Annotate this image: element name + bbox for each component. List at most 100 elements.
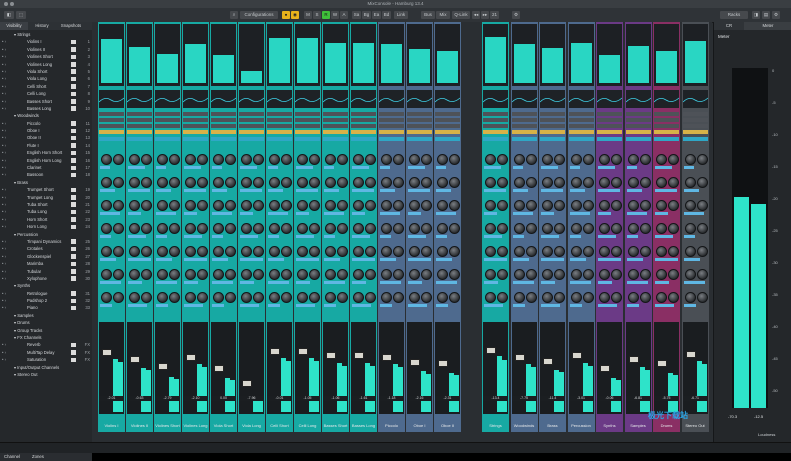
track-checkbox[interactable]: [71, 298, 76, 304]
rotary-knob[interactable]: [101, 177, 112, 188]
rotary-knob[interactable]: [684, 154, 696, 165]
track-row[interactable]: ▾ Group Tracks: [0, 327, 92, 334]
rotary-knob[interactable]: [113, 177, 124, 188]
rotary-knob[interactable]: [269, 223, 280, 234]
rotary-knob[interactable]: [656, 246, 667, 257]
track-row[interactable]: • › Bassoon 18: [0, 171, 92, 178]
rotary-knob[interactable]: [656, 292, 667, 303]
rotary-knob[interactable]: [542, 269, 553, 280]
rotary-knob[interactable]: [129, 177, 140, 188]
volume-value[interactable]: -6.81: [625, 396, 651, 401]
track-checkbox[interactable]: [71, 342, 76, 348]
track-row[interactable]: ▾ Synths: [0, 282, 92, 289]
routing-slot[interactable]: [435, 112, 460, 116]
send-level-bar[interactable]: [100, 258, 116, 261]
send-level-bar[interactable]: [655, 189, 677, 192]
insert-slot-active[interactable]: [183, 137, 208, 141]
rotary-knob[interactable]: [325, 223, 336, 234]
rotary-knob[interactable]: [309, 223, 320, 234]
eq-curve-display[interactable]: [98, 90, 125, 108]
send-level-bar[interactable]: [100, 166, 110, 169]
rotary-knob[interactable]: [611, 269, 622, 280]
rotary-knob[interactable]: [485, 246, 496, 257]
rotary-knob[interactable]: [437, 177, 448, 188]
rotary-knob[interactable]: [393, 246, 404, 257]
rotary-knob[interactable]: [449, 223, 460, 234]
routing-slot[interactable]: [597, 124, 622, 128]
solo-button[interactable]: S: [313, 11, 321, 19]
channel-name[interactable]: Violines Long: [183, 422, 208, 430]
rotary-knob[interactable]: [513, 177, 525, 188]
track-row[interactable]: • › Trumpet Short 19: [0, 186, 92, 193]
rotary-knob[interactable]: [325, 154, 336, 165]
rotary-knob[interactable]: [253, 246, 264, 257]
rotary-knob[interactable]: [185, 223, 196, 234]
send-level-bar[interactable]: [240, 235, 258, 238]
rotary-knob[interactable]: [353, 269, 364, 280]
volume-value[interactable]: -2.79: [155, 396, 180, 401]
ea-button[interactable]: Ea: [372, 11, 381, 19]
volume-value[interactable]: -7.75: [511, 396, 537, 401]
routing-slot[interactable]: [155, 112, 180, 116]
routing-slot[interactable]: [267, 118, 292, 122]
rotary-knob[interactable]: [241, 246, 252, 257]
rotary-knob[interactable]: [449, 200, 460, 211]
eq-curve-display[interactable]: [294, 90, 321, 108]
track-checkbox[interactable]: [71, 357, 76, 363]
rotary-knob[interactable]: [129, 292, 140, 303]
channel-name[interactable]: Violins I: [99, 422, 124, 430]
track-checkbox[interactable]: [71, 84, 76, 89]
visibility-toggle-icon[interactable]: • ›: [2, 142, 6, 149]
eq-curve-display[interactable]: [378, 90, 405, 108]
visibility-toggle-icon[interactable]: • ›: [2, 164, 6, 171]
read-button[interactable]: R: [322, 11, 330, 19]
track-row[interactable]: ▾ Drums: [0, 319, 92, 326]
rotary-knob[interactable]: [381, 154, 392, 165]
send-level-bar[interactable]: [512, 189, 528, 192]
rotary-knob[interactable]: [365, 269, 376, 280]
send-level-bar[interactable]: [296, 258, 319, 261]
insert-slot-active[interactable]: [483, 137, 508, 141]
rotary-knob[interactable]: [485, 154, 496, 165]
track-row[interactable]: ▾ FX Channels: [0, 334, 92, 341]
channel-name[interactable]: Viola Long: [239, 422, 264, 430]
track-row[interactable]: • › MultiTap Delay FX: [0, 349, 92, 356]
send-level-bar[interactable]: [156, 258, 172, 261]
rotary-knob[interactable]: [197, 269, 208, 280]
channel-strip[interactable]: -1.05 Celli Long: [294, 22, 321, 432]
send-level-bar[interactable]: [296, 304, 315, 307]
rotary-knob[interactable]: [393, 223, 404, 234]
track-row[interactable]: • › Horn Long 24: [0, 223, 92, 230]
rotary-knob[interactable]: [513, 292, 525, 303]
rotary-knob[interactable]: [525, 246, 537, 257]
rotary-knob[interactable]: [437, 154, 448, 165]
rotary-knob[interactable]: [668, 200, 679, 211]
rotary-knob[interactable]: [497, 246, 508, 257]
track-checkbox[interactable]: [71, 224, 76, 230]
send-level-bar[interactable]: [408, 304, 427, 307]
track-checkbox[interactable]: [71, 195, 76, 200]
rotary-knob[interactable]: [684, 269, 696, 280]
channel-name[interactable]: Piccolo: [379, 422, 404, 430]
rotary-knob[interactable]: [269, 269, 280, 280]
rotary-knob[interactable]: [393, 200, 404, 211]
rotary-knob[interactable]: [525, 292, 537, 303]
track-checkbox[interactable]: [71, 291, 76, 296]
send-level-bar[interactable]: [541, 304, 560, 307]
send-level-bar[interactable]: [212, 281, 233, 284]
track-checkbox[interactable]: [71, 350, 76, 355]
send-level-bar[interactable]: [683, 189, 699, 192]
routing-slot[interactable]: [540, 118, 565, 122]
rotary-knob[interactable]: [409, 177, 420, 188]
send-level-bar[interactable]: [598, 304, 617, 307]
rotary-knob[interactable]: [225, 200, 236, 211]
rotary-knob[interactable]: [157, 200, 168, 211]
routing-slot[interactable]: [99, 124, 124, 128]
volume-fader-handle[interactable]: [130, 356, 140, 364]
rotary-knob[interactable]: [656, 177, 667, 188]
track-checkbox[interactable]: [71, 128, 76, 134]
volume-fader-handle[interactable]: [514, 353, 525, 361]
eq-curve-display[interactable]: [210, 90, 237, 108]
eq-curve-display[interactable]: [539, 90, 566, 108]
rotary-knob[interactable]: [353, 154, 364, 165]
